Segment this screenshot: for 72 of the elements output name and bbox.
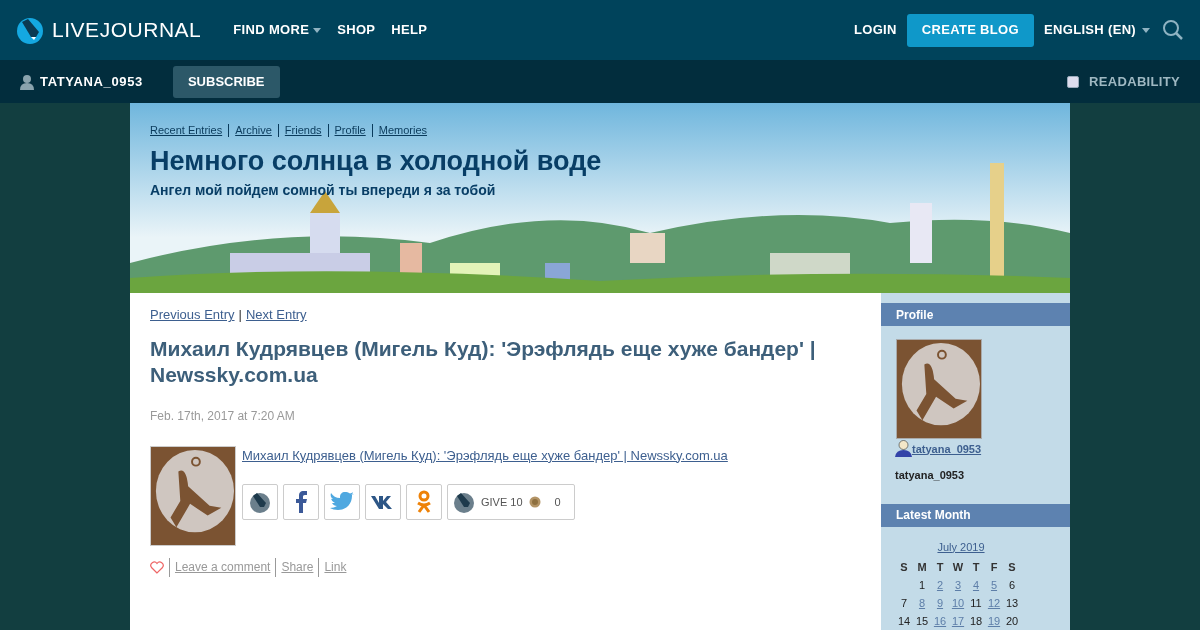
odnoklassniki-icon (416, 490, 432, 514)
day-link[interactable]: 8 (913, 594, 931, 612)
section-header: Latest Month (881, 503, 1070, 527)
nav-link[interactable]: Recent Entries (150, 122, 223, 139)
journal-title: Немного солнца в холодной воде (150, 144, 603, 178)
caret-icon (1142, 27, 1150, 33)
nav-link[interactable]: Archive (235, 122, 272, 139)
previous-entry-link[interactable]: Previous Entry (150, 307, 235, 322)
share-button[interactable] (283, 484, 319, 520)
journal-subtitle: Ангел мой пойдем сомной ты впереди я за тобой (150, 180, 497, 200)
day-cell-text: 6 (1007, 578, 1017, 593)
day-cell-text: 15 (914, 614, 930, 629)
nav-link[interactable]: Friends (284, 122, 322, 139)
create-blog-button[interactable]: CREATE BLOG (906, 13, 1034, 47)
entry-title: Михаил Кудрявцев (Мигель Куд): 'Эрэфлядь еще хуже бандер' | Newssky.com.ua (150, 335, 817, 388)
user-profile-link[interactable]: tatyana_0953 (912, 440, 982, 457)
day-link[interactable]: 16 (931, 612, 949, 630)
day-cell-text: 13 (1004, 596, 1020, 611)
next-entry-link[interactable]: Next Entry (245, 307, 307, 322)
entry-date: Feb. 17th, 2017 at 7:20 AM (150, 407, 296, 425)
entry-link[interactable]: Михаил Кудрявцев (Мигель Куд): 'Эрэфлядь еще хуже бандер' | Newssky.com.ua (242, 445, 728, 465)
weekday-label: W (951, 560, 965, 575)
give-button[interactable]: GIVE 10 0 (447, 484, 575, 520)
logo-icon (16, 16, 44, 44)
day-cell-text: 11 (969, 596, 983, 611)
share-button[interactable] (365, 484, 401, 520)
day-cell-text: 7 (899, 596, 909, 611)
username-link[interactable]: TATYANA_0953 (40, 71, 143, 92)
day-link[interactable]: 9 (931, 594, 949, 612)
heart-icon (150, 560, 164, 574)
twitter-icon (330, 492, 354, 512)
weekday-label: S (1007, 560, 1017, 575)
search-icon[interactable] (1162, 19, 1184, 41)
day-link[interactable]: 19 (985, 612, 1003, 630)
separator: | (238, 307, 242, 322)
day-link[interactable]: 5 (985, 576, 1003, 594)
language-selector[interactable]: ENGLISH (EN) (1044, 20, 1150, 40)
nav-link[interactable]: HELP (391, 20, 428, 40)
caret-icon (313, 27, 322, 33)
day-cell-text: 18 (968, 614, 984, 629)
day-link[interactable]: 2 (931, 576, 949, 594)
weekday-label: F (989, 560, 999, 575)
user-icon (895, 440, 912, 457)
user-icon (20, 73, 34, 90)
subscribe-button[interactable]: SUBSCRIBE (172, 65, 280, 98)
nav-link[interactable]: Profile (334, 122, 366, 139)
facebook-icon (295, 491, 307, 513)
weekday-label: M (916, 560, 928, 575)
profile-name: tatyana_0953 (895, 468, 966, 483)
nav-link[interactable]: FIND MORE (233, 20, 322, 40)
month-link[interactable]: July 2019 (895, 538, 1027, 555)
login-link[interactable]: LOGIN (853, 20, 897, 40)
nav-link[interactable]: Memories (378, 122, 427, 139)
readability-label: READABILITY (1089, 72, 1180, 91)
day-link[interactable]: 12 (985, 594, 1003, 612)
readability-checkbox[interactable] (1067, 75, 1080, 88)
pen-icon (453, 491, 475, 513)
weekday-label: S (899, 560, 909, 575)
day-cell-text: 1 (917, 578, 927, 593)
weekday-label: T (935, 560, 945, 575)
section-header: Profile (881, 303, 1070, 326)
day-cell-text: 20 (1004, 614, 1020, 629)
share-button[interactable] (242, 484, 278, 520)
vk-icon (371, 495, 395, 509)
nav-link[interactable]: SHOP (337, 20, 376, 40)
weekday-label: T (971, 560, 981, 575)
logo-text[interactable]: LIVEJOURNAL (52, 14, 202, 46)
day-link[interactable]: 17 (949, 612, 967, 630)
pen-icon (249, 491, 271, 513)
day-cell-text: 14 (896, 614, 912, 629)
day-link[interactable]: 10 (949, 594, 967, 612)
coin-icon (528, 496, 541, 508)
